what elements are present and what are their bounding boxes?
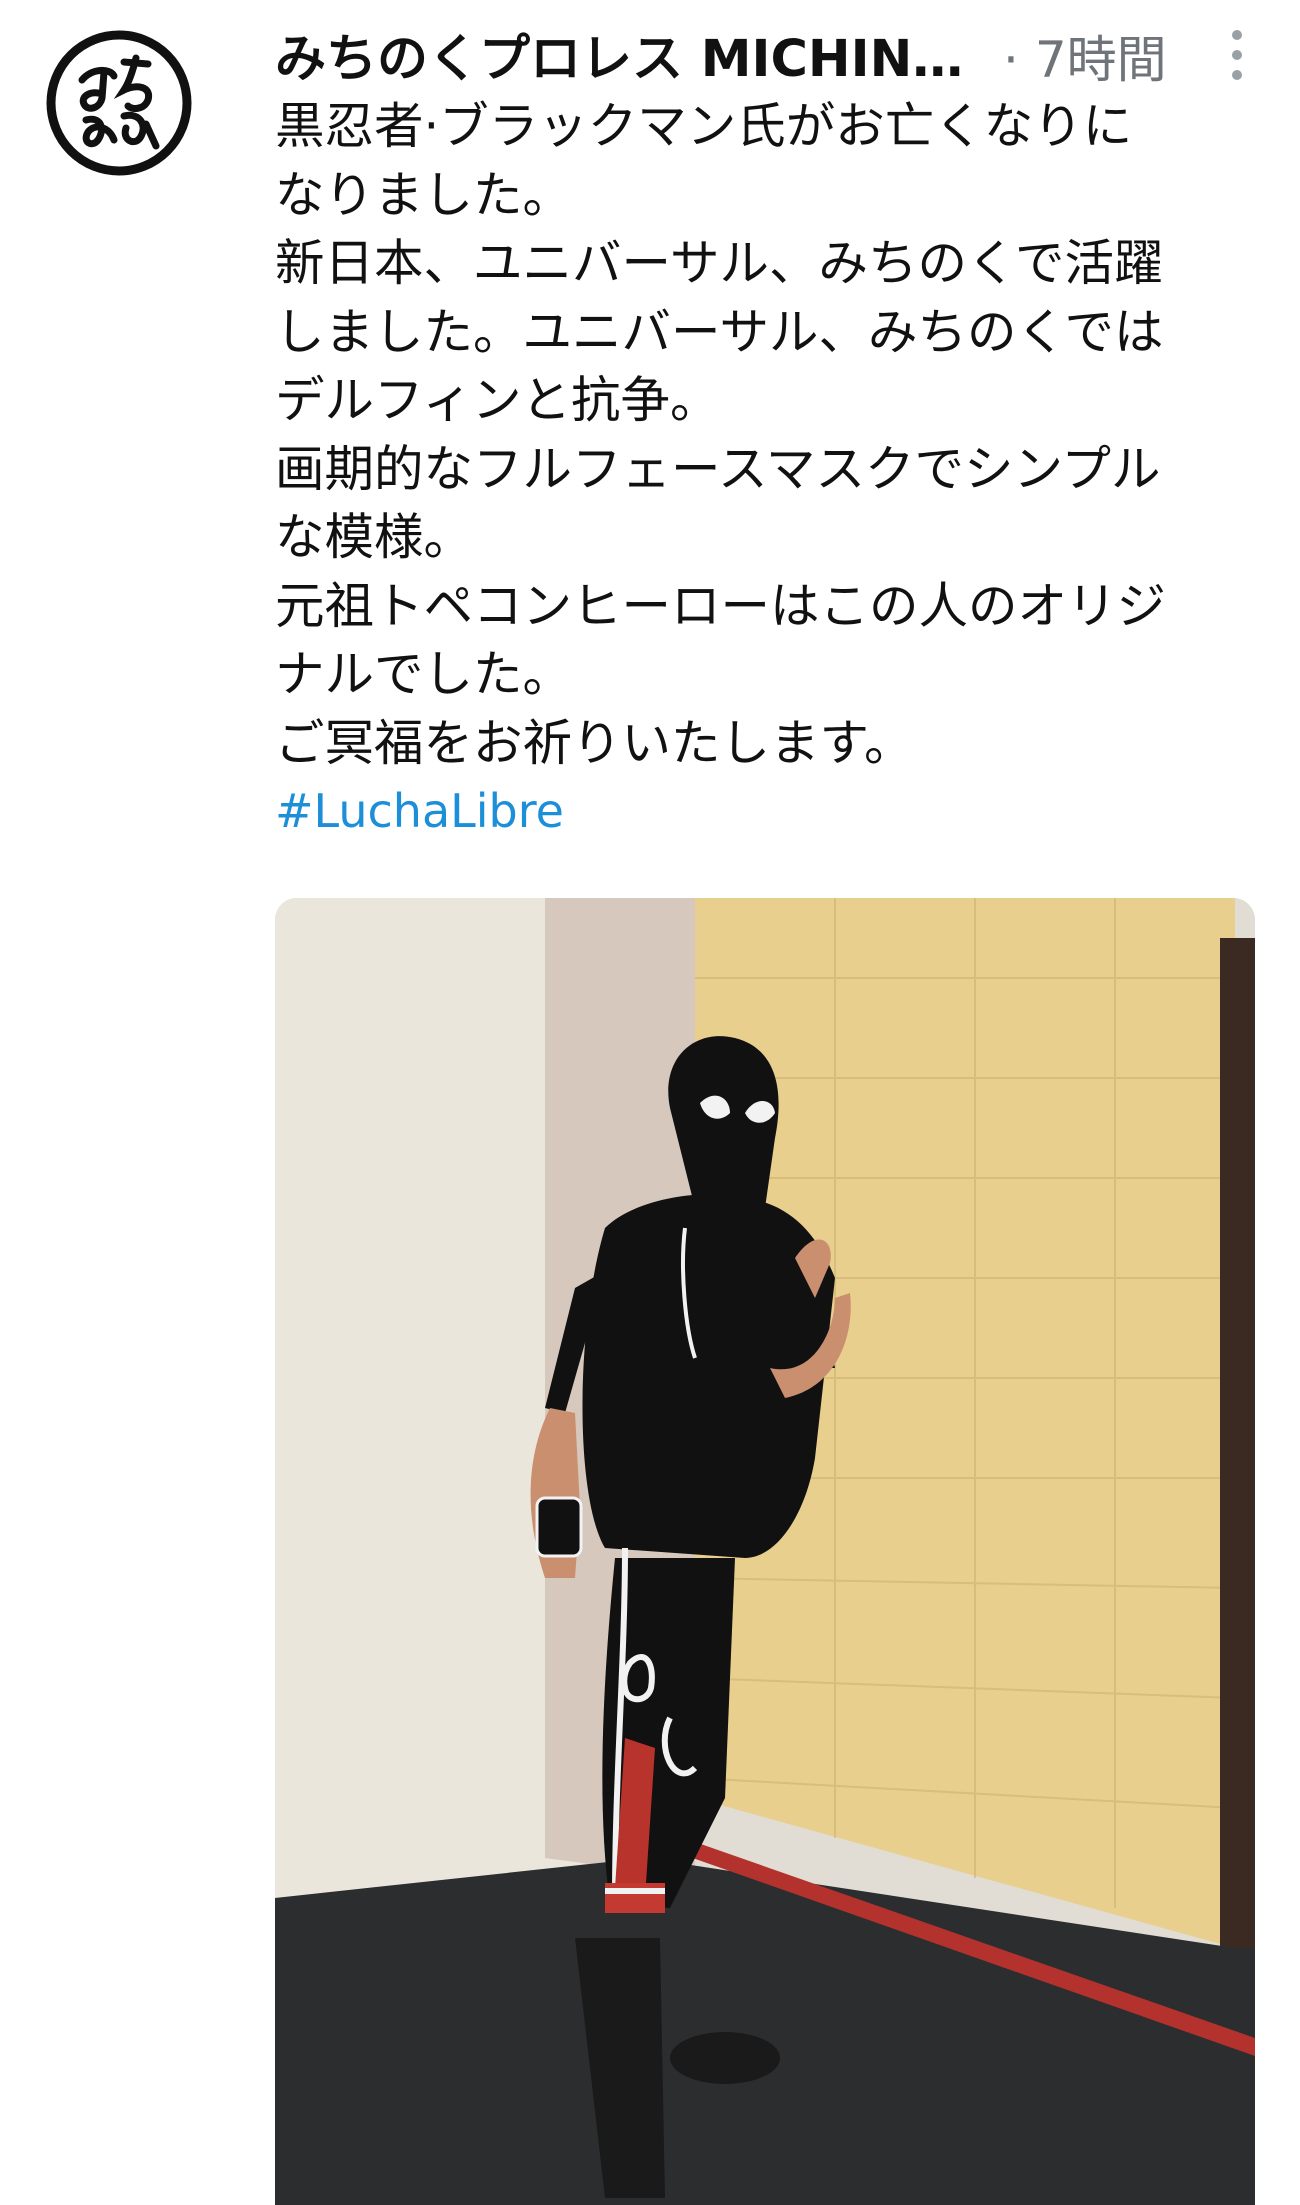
- tweet-text-line: なりました。: [275, 165, 572, 224]
- separator: ·: [1003, 31, 1019, 89]
- tweet-text-line: 画期的なフルフェースマスクでシンプル: [275, 439, 1161, 498]
- tweet-text-line: な模様。: [275, 508, 473, 566]
- timestamp[interactable]: · 7時間: [1003, 20, 1167, 100]
- timestamp-value: 7時間: [1034, 31, 1167, 89]
- tweet-text-line: しました。ユニバーサル、みちのくでは: [275, 302, 1164, 361]
- tweet-photo[interactable]: [275, 898, 1255, 2205]
- tweet-text-line: ナルでした。: [275, 645, 572, 703]
- masked-wrestler-photo: [275, 898, 1255, 2205]
- tweet-text-line: 元祖トペコンヒーローはこの人のオリジ: [275, 576, 1166, 635]
- michinoku-pro-logo-icon: [46, 30, 192, 176]
- tweet-text-line: ご冥福をお祈りいたします。: [275, 713, 914, 772]
- more-vertical-icon[interactable]: [1215, 28, 1259, 92]
- hashtag-link[interactable]: #LuchaLibre: [275, 777, 1275, 845]
- display-name[interactable]: みちのくプロレス MICHIN…: [275, 20, 963, 100]
- tweet-text-line: 新日本、ユニバーサル、みちのくで活躍: [275, 234, 1164, 292]
- tweet-text: 黒忍者·ブラックマン氏がお亡くなりに なりました。 新日本、ユニバーサル、みちの…: [275, 92, 1275, 845]
- tweet-text-line: デルフィンと抗争。: [275, 371, 720, 429]
- tweet-text-line: 黒忍者·ブラックマン氏がお亡くなりに: [275, 97, 1133, 155]
- avatar[interactable]: [44, 28, 194, 178]
- tweet-header: みちのくプロレス MICHIN… · 7時間: [275, 20, 1275, 100]
